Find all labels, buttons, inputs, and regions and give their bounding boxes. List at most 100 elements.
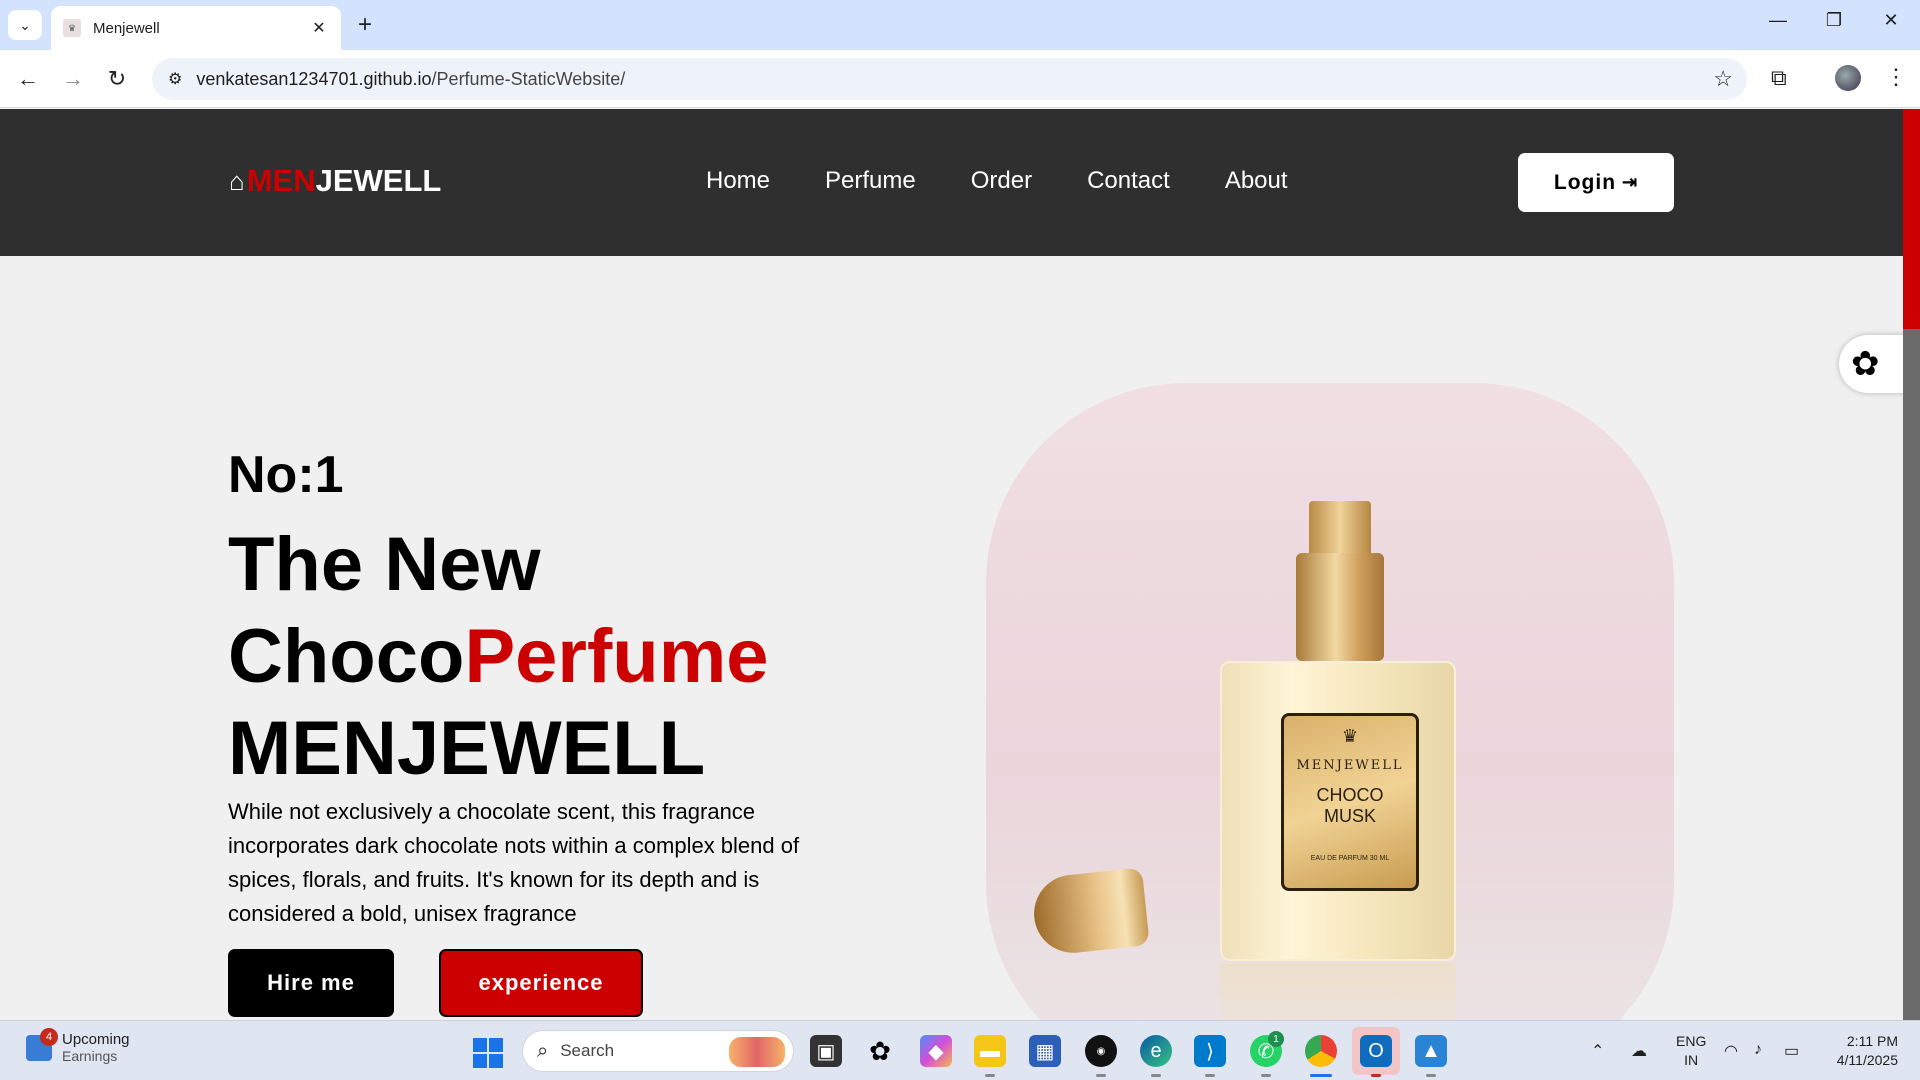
search-icon: ⌕ — [537, 1039, 549, 1062]
file-explorer-indicator — [985, 1074, 995, 1077]
label-name-line1: CHOCO — [1316, 785, 1384, 805]
perfume-cap — [1030, 867, 1150, 957]
browser-menu-icon[interactable]: ⋮ — [1885, 64, 1907, 90]
nav-order[interactable]: Order — [971, 167, 1032, 195]
logo-text-white: JEWELL — [315, 163, 442, 198]
vscode-indicator — [1205, 1074, 1215, 1077]
store-icon: ⌂ — [229, 165, 245, 196]
scrollbar-thumb[interactable] — [1903, 109, 1920, 329]
new-tab-button[interactable]: + — [352, 12, 378, 38]
file-explorer-icon[interactable]: ▬ — [974, 1035, 1006, 1067]
site-logo[interactable]: ⌂ MEN JEWELL — [229, 163, 441, 199]
widget-badge: 4 — [40, 1027, 58, 1046]
site-header: ⌂ MEN JEWELL Home Perfume Order Contact … — [0, 109, 1903, 256]
lang-code: ENG — [1676, 1033, 1707, 1049]
url-host: venkatesan1234701.github.io — [196, 68, 432, 89]
login-button[interactable]: Login ⇥ — [1518, 153, 1674, 212]
tray-overflow-icon[interactable]: ⌃ — [1591, 1041, 1604, 1061]
clock-date: 4/11/2025 — [1836, 1052, 1898, 1068]
address-bar[interactable]: ⚙ venkatesan1234701.github.io/Perfume-St… — [152, 58, 1747, 100]
browser-tab-bar: ⌄ ♛ Menjewell ✕ + — ❐ ✕ — [0, 0, 1920, 50]
task-view-icon[interactable]: ▣ — [810, 1035, 842, 1067]
bottle-reflection — [1220, 963, 1456, 1020]
clock-time: 2:11 PM — [1846, 1033, 1898, 1049]
chatgpt-app-icon[interactable]: ✿ — [864, 1035, 896, 1067]
start-button[interactable] — [473, 1038, 503, 1068]
copilot-icon[interactable]: ◆ — [920, 1035, 952, 1067]
battery-icon[interactable]: ▭ — [1784, 1041, 1799, 1061]
close-window-button[interactable]: ✕ — [1871, 10, 1911, 31]
nav-home[interactable]: Home — [706, 167, 770, 195]
label-brand: MENJEWELL — [1296, 758, 1404, 773]
tab-title: Menjewell — [93, 19, 160, 37]
perfume-pump — [1309, 501, 1371, 559]
label-name-line2: MUSK — [1323, 806, 1376, 826]
hero-title-choco: Choco — [228, 614, 465, 699]
profile-avatar[interactable] — [1835, 65, 1861, 91]
search-placeholder: Search — [560, 1041, 615, 1060]
nav-perfume[interactable]: Perfume — [825, 167, 916, 195]
tab-favicon-icon: ♛ — [63, 19, 81, 37]
site-info-icon[interactable]: ⚙ — [168, 69, 182, 89]
taskbar: 4 Upcoming Earnings ⌕ Search ▣ ✿ ◆ ▬ ▦ ◉… — [0, 1020, 1920, 1080]
lang-region: IN — [1684, 1052, 1699, 1068]
search-highlight-image — [729, 1037, 785, 1067]
main-nav: Home Perfume Order Contact About — [706, 167, 1343, 195]
hire-me-button[interactable]: Hire me — [228, 949, 394, 1017]
volume-icon[interactable]: ♪ — [1754, 1041, 1762, 1059]
perfume-neck — [1296, 553, 1384, 661]
perfume-label: ♛ MENJEWELL CHOCO MUSK EAU DE PARFUM 30 M… — [1281, 713, 1419, 891]
login-label: Login — [1553, 170, 1617, 194]
taskbar-search[interactable]: ⌕ Search — [522, 1030, 794, 1072]
restore-button[interactable]: ❐ — [1814, 10, 1854, 31]
url-path: /Perfume-StaticWebsite/ — [431, 68, 626, 89]
hero-title-perfume: Perfume — [464, 614, 769, 699]
page-scrollbar[interactable] — [1903, 109, 1920, 1020]
hero-rank: No:1 — [228, 446, 344, 504]
nav-about[interactable]: About — [1225, 167, 1288, 195]
chatgpt-sidebar-button[interactable]: ✿ — [1839, 335, 1903, 393]
hero-title-line3: MENJEWELL — [228, 706, 706, 791]
edge-indicator — [1151, 1074, 1161, 1077]
minimize-button[interactable]: — — [1758, 10, 1798, 31]
forward-button[interactable]: → — [60, 66, 86, 92]
vscode-icon[interactable]: ⟩ — [1194, 1035, 1226, 1067]
browser-tab[interactable]: ♛ Menjewell ✕ — [51, 6, 341, 50]
widget-title: Upcoming — [62, 1031, 130, 1048]
media-app-icon[interactable]: ◉ — [1085, 1035, 1117, 1067]
outlook-icon[interactable]: O — [1360, 1035, 1392, 1067]
whatsapp-badge: 1 — [1268, 1031, 1284, 1047]
photos-icon[interactable]: ▲ — [1415, 1035, 1447, 1067]
hero-description: While not exclusively a chocolate scent,… — [228, 799, 800, 926]
reload-button[interactable]: ↻ — [104, 66, 130, 92]
bookmark-star-icon[interactable]: ☆ — [1713, 66, 1733, 92]
widgets-button[interactable]: 4 Upcoming Earnings — [26, 1027, 130, 1064]
browser-toolbar: ← → ↻ ⚙ venkatesan1234701.github.io/Perf… — [0, 50, 1920, 108]
hero-title-line1: The New — [228, 522, 541, 607]
media-app-indicator — [1096, 1074, 1106, 1077]
language-indicator[interactable]: ENG IN — [1676, 1032, 1706, 1070]
chatgpt-icon: ✿ — [1851, 345, 1880, 383]
web-page: ⌂ MEN JEWELL Home Perfume Order Contact … — [0, 109, 1903, 1020]
stocks-icon: 4 — [26, 1027, 58, 1061]
outlook-indicator — [1371, 1074, 1381, 1077]
system-clock[interactable]: 2:11 PM 4/11/2025 — [1820, 1032, 1898, 1070]
nav-contact[interactable]: Contact — [1087, 167, 1170, 195]
hero-title-line2: ChocoPerfume — [228, 619, 769, 695]
experience-button[interactable]: experience — [439, 949, 643, 1017]
chrome-indicator — [1310, 1074, 1332, 1077]
photos-indicator — [1426, 1074, 1436, 1077]
microsoft-store-icon[interactable]: ▦ — [1029, 1035, 1061, 1067]
edge-icon[interactable]: e — [1140, 1035, 1172, 1067]
label-name: CHOCO MUSK — [1317, 785, 1384, 827]
wifi-icon[interactable]: ◠ — [1724, 1041, 1738, 1061]
label-sub: EAU DE PARFUM 30 ML — [1310, 855, 1390, 862]
tab-close-icon[interactable]: ✕ — [309, 18, 329, 38]
logo-text-red: MEN — [246, 163, 316, 198]
tab-search-button[interactable]: ⌄ — [8, 10, 42, 40]
url-text[interactable]: venkatesan1234701.github.io/Perfume-Stat… — [196, 69, 625, 90]
extensions-icon[interactable]: ⧉ — [1771, 65, 1787, 91]
onedrive-icon[interactable]: ☁ — [1631, 1041, 1647, 1061]
chrome-icon[interactable] — [1305, 1035, 1337, 1067]
back-button[interactable]: ← — [15, 66, 41, 92]
